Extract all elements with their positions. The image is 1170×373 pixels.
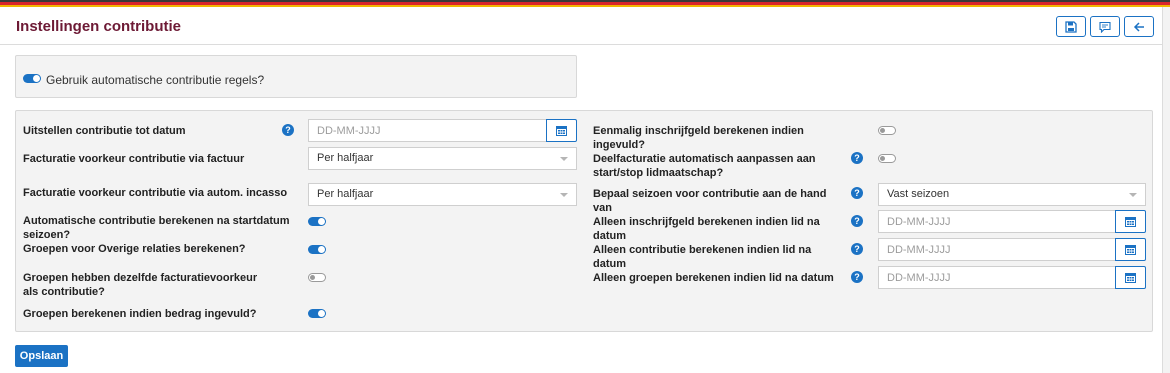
calendar-icon — [556, 126, 567, 136]
scrollbar-track[interactable] — [1162, 7, 1170, 373]
auto-rules-toggle[interactable] — [23, 74, 41, 83]
other-relations-toggle[interactable] — [308, 245, 326, 254]
season-label: Bepaal seizoen voor contributie aan de h… — [593, 188, 827, 214]
save-icon — [1065, 20, 1077, 33]
auto-rules-label: Gebruik automatische contributie regels? — [46, 73, 265, 87]
one-time-fee-label: Eenmalig inschrijfgeld berekenen indien … — [593, 125, 804, 151]
back-button[interactable] — [1124, 16, 1154, 37]
contrib-after-date-input[interactable] — [878, 238, 1116, 261]
amount-filled-toggle[interactable] — [308, 309, 326, 318]
comment-icon — [1099, 21, 1111, 33]
help-icon[interactable]: ? — [851, 271, 863, 283]
contrib-after-label: Alleen contributie berekenen indien lid … — [593, 244, 812, 270]
comment-button[interactable] — [1090, 16, 1120, 37]
auto-rules-panel: Gebruik automatische contributie regels? — [15, 55, 577, 98]
season-value: Vast seizoen — [887, 188, 950, 200]
invoice-pref-select[interactable]: Per halfjaar — [308, 147, 577, 170]
partial-invoicing-toggle[interactable] — [878, 154, 896, 163]
season-select[interactable]: Vast seizoen — [878, 183, 1146, 206]
direct-debit-pref-label: Facturatie voorkeur contributie via auto… — [23, 187, 288, 199]
help-icon[interactable]: ? — [851, 215, 863, 227]
calendar-icon — [1125, 273, 1136, 283]
help-icon[interactable]: ? — [282, 124, 294, 136]
fee-after-date-input[interactable] — [878, 210, 1116, 233]
settings-panel: Uitstellen contributie tot datum ? Factu… — [15, 110, 1153, 332]
help-icon[interactable]: ? — [851, 187, 863, 199]
page-header: Instellingen contributie — [0, 7, 1170, 45]
one-time-fee-toggle[interactable] — [878, 126, 896, 135]
groups-after-date-input[interactable] — [878, 266, 1116, 289]
auto-after-start-toggle[interactable] — [308, 217, 326, 226]
calendar-icon — [1125, 245, 1136, 255]
save-button[interactable]: Opslaan — [15, 345, 68, 367]
postpone-date-picker[interactable] — [546, 119, 577, 142]
invoice-pref-value: Per halfjaar — [317, 152, 374, 164]
groups-after-date-picker[interactable] — [1115, 266, 1146, 289]
same-pref-toggle[interactable] — [308, 273, 326, 282]
save-header-button[interactable] — [1056, 16, 1086, 37]
arrow-left-icon — [1133, 21, 1144, 32]
chevron-down-icon — [560, 157, 568, 161]
other-relations-label: Groepen voor Overige relaties berekenen? — [23, 243, 246, 255]
contrib-after-date-picker[interactable] — [1115, 238, 1146, 261]
direct-debit-pref-select[interactable]: Per halfjaar — [308, 183, 577, 206]
partial-invoicing-label: Deelfacturatie automatisch aanpassen aan… — [593, 153, 816, 179]
postpone-label: Uitstellen contributie tot datum — [23, 125, 186, 137]
invoice-pref-label: Facturatie voorkeur contributie via fact… — [23, 153, 245, 165]
groups-after-label: Alleen groepen berekenen indien lid na d… — [593, 272, 834, 284]
direct-debit-pref-value: Per halfjaar — [317, 188, 374, 200]
help-icon[interactable]: ? — [851, 243, 863, 255]
postpone-date-input[interactable] — [308, 119, 547, 142]
auto-after-start-label: Automatische contributie berekenen na st… — [23, 215, 290, 241]
fee-after-label: Alleen inschrijfgeld berekenen indien li… — [593, 216, 820, 242]
fee-after-date-picker[interactable] — [1115, 210, 1146, 233]
top-color-stripe — [0, 0, 1170, 7]
chevron-down-icon — [560, 193, 568, 197]
help-icon[interactable]: ? — [851, 152, 863, 164]
amount-filled-label: Groepen berekenen indien bedrag ingevuld… — [23, 308, 257, 320]
calendar-icon — [1125, 217, 1136, 227]
page-title: Instellingen contributie — [16, 18, 182, 35]
same-pref-label: Groepen hebben dezelfde facturatievoorke… — [23, 272, 258, 298]
chevron-down-icon — [1129, 193, 1137, 197]
